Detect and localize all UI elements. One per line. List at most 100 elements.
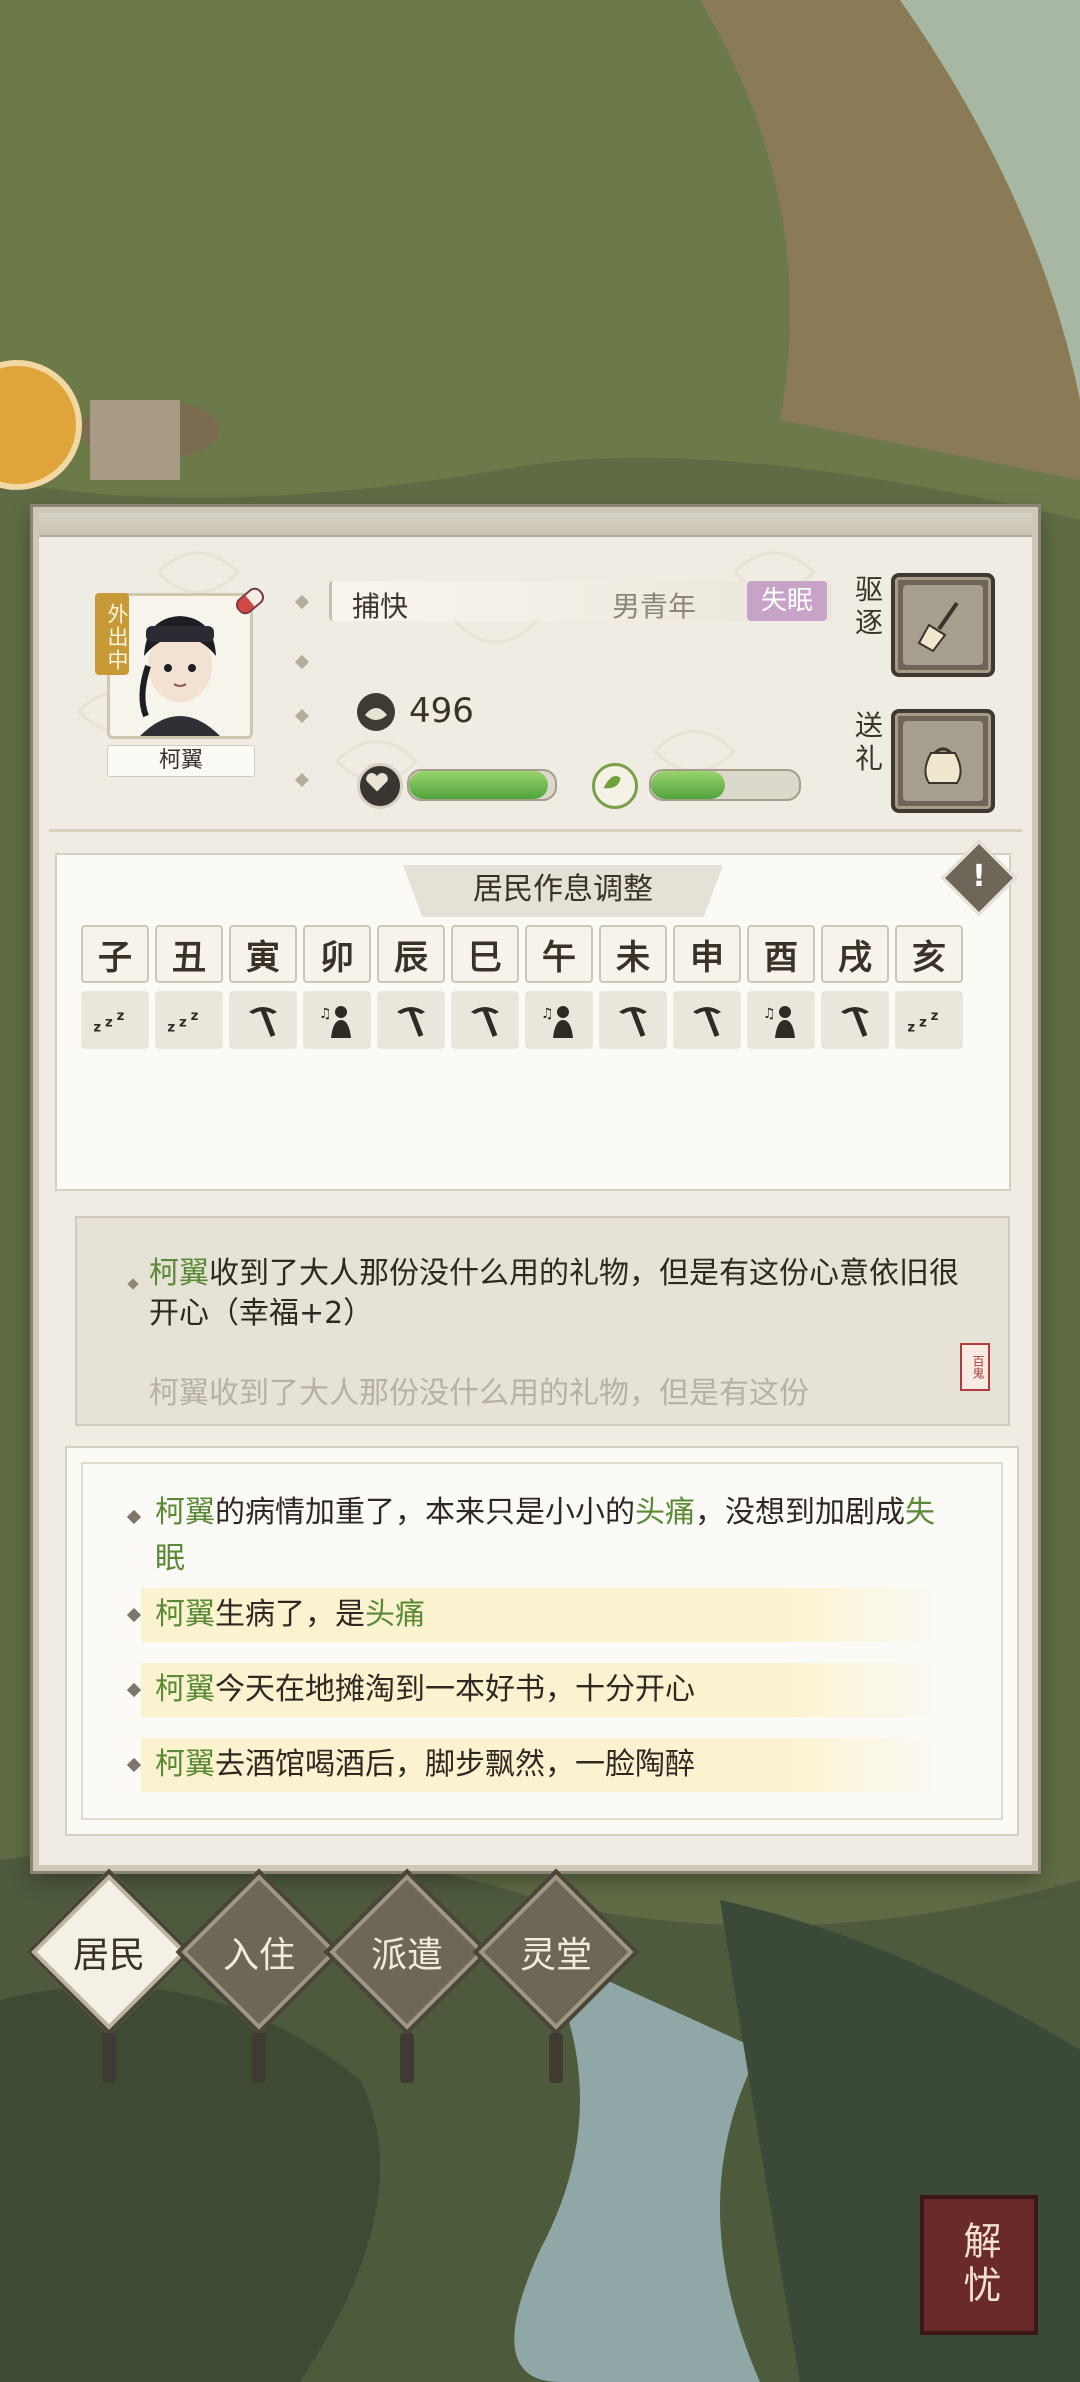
svg-text:♫: ♫ bbox=[319, 1006, 332, 1022]
schedule-hour-0: 子 zzz bbox=[81, 925, 149, 1049]
svg-text:z: z bbox=[919, 1016, 927, 1031]
schedule-hour-5: 巳 bbox=[451, 925, 519, 1049]
resident-portrait bbox=[110, 596, 250, 736]
schedule-panel: 居民作息调整 ! 子 z z z 丑 z z z 寅卯 ♫ 辰巳午 ♫ 未申酉 ♫ 戌亥 z z z bbox=[55, 839, 1018, 1191]
svg-text:♫: ♫ bbox=[763, 1006, 776, 1022]
hour-label: 亥 bbox=[895, 925, 963, 983]
schedule-hour-8: 申 bbox=[673, 925, 741, 1049]
resident-panel: 外出中 柯翼 捕快 男青年 失眠 496 驱逐 送礼 居民作息调整 ! 子 z … bbox=[33, 507, 1038, 1871]
work-icon[interactable] bbox=[673, 991, 741, 1049]
alert-icon[interactable]: ! bbox=[940, 839, 1018, 917]
svg-text:z: z bbox=[105, 1016, 113, 1031]
hour-label: 子 bbox=[81, 925, 149, 983]
schedule-hour-4: 辰 bbox=[377, 925, 445, 1049]
schedule-hour-3: 卯 ♫ bbox=[303, 925, 371, 1049]
schedule-hour-11: 亥 zzz bbox=[895, 925, 963, 1049]
event-log-entry: 柯翼生病了，是头痛 bbox=[126, 1588, 945, 1642]
event-text: 生病了，是 bbox=[215, 1597, 365, 1632]
tab-label: 入住 bbox=[222, 1935, 295, 1976]
gift-label: 送礼 bbox=[854, 709, 883, 775]
event-text: 头痛 bbox=[365, 1597, 425, 1632]
gift-log-faded: 柯翼收到了大人那份没什么用的礼物，但是有这份 bbox=[149, 1376, 809, 1411]
gift-log-name: 柯翼 bbox=[149, 1256, 209, 1291]
tab-label: 派遣 bbox=[370, 1935, 443, 1976]
work-icon[interactable] bbox=[599, 991, 667, 1049]
event-text: 今天在地摊淘到一本好书，十分开心 bbox=[215, 1672, 695, 1707]
tab-tassel bbox=[252, 2033, 266, 2083]
broom-icon bbox=[917, 601, 959, 653]
event-log-entry: 柯翼的病情加重了，本来只是小小的头痛，没想到加剧成失眠 bbox=[126, 1490, 945, 1590]
work-icon[interactable] bbox=[821, 991, 889, 1049]
gift-log-body: 收到了大人那份没什么用的礼物，但是有这份心意依旧很开心（幸福+2） bbox=[149, 1256, 959, 1331]
condition-badge: 失眠 bbox=[747, 581, 828, 621]
bullet-dot bbox=[294, 772, 310, 788]
relieve-button[interactable]: 解忧 bbox=[920, 2195, 1038, 2335]
work-icon[interactable] bbox=[451, 991, 519, 1049]
schedule-hour-7: 未 bbox=[599, 925, 667, 1049]
event-name: 柯翼 bbox=[155, 1597, 215, 1632]
work-icon[interactable] bbox=[377, 991, 445, 1049]
leisure-icon[interactable]: ♫ bbox=[303, 991, 371, 1049]
svg-text:z: z bbox=[179, 1016, 187, 1031]
hour-label: 戌 bbox=[821, 925, 889, 983]
tab-tassel bbox=[400, 2033, 414, 2083]
svg-text:z: z bbox=[931, 1009, 939, 1024]
bullet-dot bbox=[294, 654, 310, 670]
event-text: ，没想到加剧成 bbox=[695, 1495, 905, 1530]
tab-2[interactable]: 入住 bbox=[175, 1868, 343, 2083]
event-text: 头痛 bbox=[635, 1495, 695, 1530]
tab-3[interactable]: 派遣 bbox=[323, 1868, 491, 2083]
schedule-hour-1: 丑zzz bbox=[155, 925, 223, 1049]
event-text: 去酒馆喝酒后，脚步飘然，一脸陶醉 bbox=[215, 1747, 695, 1782]
sleep-icon[interactable]: zzz bbox=[155, 991, 223, 1049]
traits-label: 男青年 bbox=[612, 590, 697, 623]
mood-bar-fill bbox=[651, 771, 725, 799]
mood-bar bbox=[649, 769, 801, 801]
event-log: 柯翼的病情加重了，本来只是小小的头痛，没想到加剧成失眠 柯翼生病了，是头痛 柯翼今天… bbox=[65, 1446, 1019, 1836]
leisure-icon[interactable]: ♫ bbox=[747, 991, 815, 1049]
hour-label: 酉 bbox=[747, 925, 815, 983]
panel-top-strip bbox=[39, 513, 1032, 537]
leaf-icon bbox=[592, 763, 638, 809]
hour-label: 巳 bbox=[451, 925, 519, 983]
coin-value: 496 bbox=[409, 691, 474, 731]
schedule-hour-6: 午 ♫ bbox=[525, 925, 593, 1049]
expel-label: 驱逐 bbox=[854, 573, 883, 639]
leisure-icon[interactable]: ♫ bbox=[525, 991, 593, 1049]
event-log-entry: 柯翼去酒馆喝酒后，脚步飘然，一脸陶醉 bbox=[126, 1738, 945, 1792]
event-name: 柯翼 bbox=[155, 1495, 215, 1530]
seal-stamp: 百鬼 bbox=[960, 1343, 990, 1391]
hour-label: 卯 bbox=[303, 925, 371, 983]
svg-text:z: z bbox=[191, 1009, 199, 1024]
svg-text:♫: ♫ bbox=[541, 1006, 554, 1022]
work-icon[interactable] bbox=[229, 991, 297, 1049]
tab-4[interactable]: 灵堂 bbox=[472, 1868, 640, 2083]
schedule-hour-2: 寅 bbox=[229, 925, 297, 1049]
schedule-hour-9: 酉 ♫ bbox=[747, 925, 815, 1049]
status-tag: 外出中 bbox=[95, 593, 129, 675]
bullet-dot bbox=[127, 1278, 139, 1290]
heart-icon bbox=[357, 763, 403, 809]
sleep-icon[interactable]: zzz bbox=[81, 991, 149, 1049]
gift-log-text: 柯翼收到了大人那份没什么用的礼物，但是有这份心意依旧很开心（幸福+2） bbox=[149, 1254, 969, 1334]
hour-label: 丑 bbox=[155, 925, 223, 983]
bullet-dot bbox=[294, 708, 310, 724]
gift-button[interactable] bbox=[891, 709, 995, 813]
gift-bag-icon bbox=[924, 747, 962, 784]
svg-text:z: z bbox=[167, 1021, 175, 1036]
role-bar: 捕快 男青年 失眠 bbox=[329, 581, 832, 623]
schedule-hour-10: 戌 bbox=[821, 925, 889, 1049]
hour-label: 午 bbox=[525, 925, 593, 983]
divider bbox=[49, 829, 1022, 832]
hour-label: 未 bbox=[599, 925, 667, 983]
tab-1[interactable]: 居民 bbox=[25, 1868, 193, 2083]
hour-label: 寅 bbox=[229, 925, 297, 983]
bullet-dot bbox=[294, 594, 310, 610]
sleep-icon[interactable]: zzz bbox=[895, 991, 963, 1049]
resident-name: 柯翼 bbox=[107, 745, 255, 777]
tab-tassel bbox=[102, 2033, 116, 2083]
coin-icon bbox=[357, 693, 395, 731]
expel-button[interactable] bbox=[891, 573, 995, 677]
schedule-grid: 子 z z z 丑 z z z 寅卯 ♫ 辰巳午 ♫ 未申酉 ♫ 戌亥 z z z bbox=[81, 925, 963, 1049]
svg-text:z: z bbox=[93, 1021, 101, 1036]
